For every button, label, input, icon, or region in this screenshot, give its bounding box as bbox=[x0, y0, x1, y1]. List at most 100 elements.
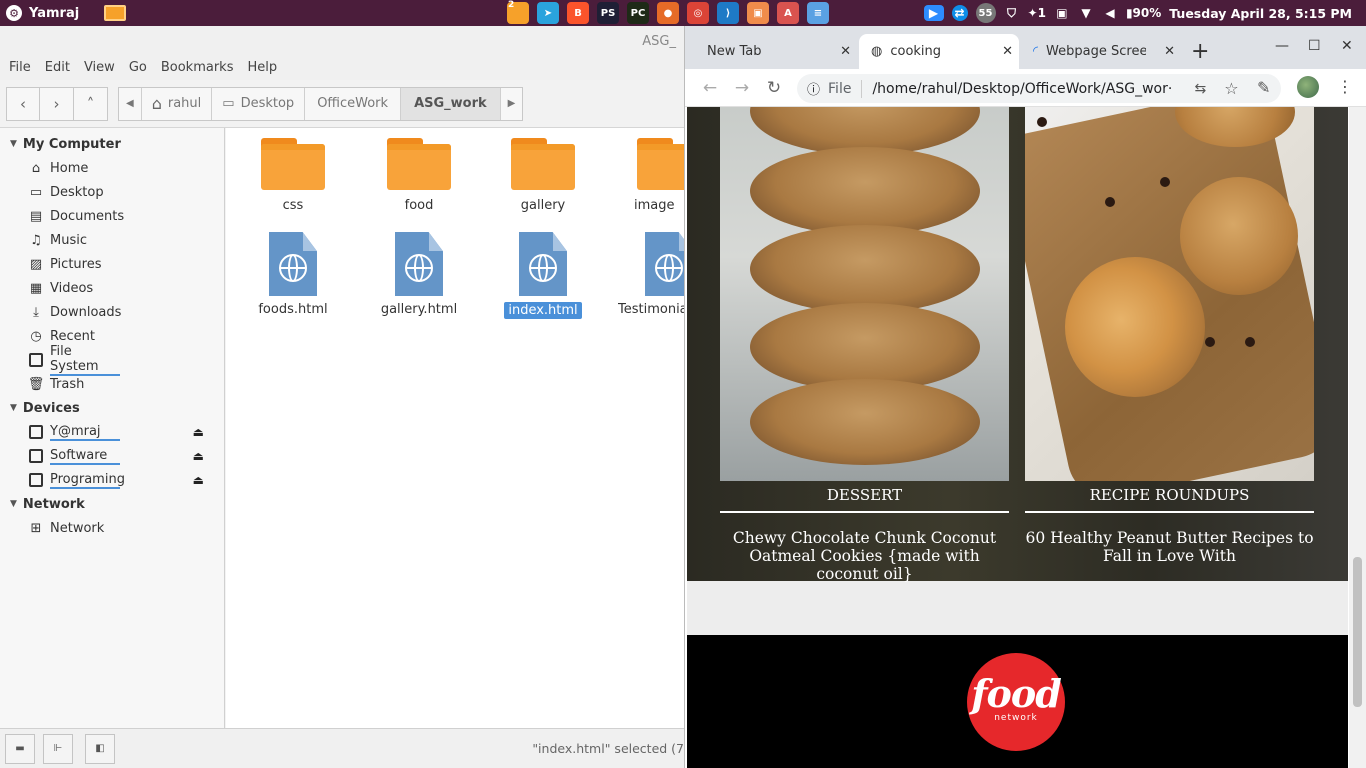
eject-icon[interactable]: ⏏ bbox=[193, 449, 204, 463]
window-title-bar[interactable]: ASG_ bbox=[0, 26, 684, 54]
new-tab-button[interactable]: + bbox=[1191, 34, 1215, 69]
teamviewer-icon[interactable]: ⇄ bbox=[951, 5, 968, 21]
device-icon[interactable]: ▣ bbox=[1054, 5, 1070, 21]
menu-bookmarks[interactable]: Bookmarks bbox=[154, 60, 241, 75]
zoom-icon[interactable]: ▶ bbox=[923, 5, 944, 21]
reload-icon[interactable]: ↻ bbox=[763, 77, 785, 99]
sidebar-item-file-system[interactable]: File System bbox=[0, 344, 224, 376]
file-item-gallery-html[interactable]: gallery.html bbox=[364, 232, 474, 317]
sidebar-item-videos[interactable]: ▦ Videos bbox=[0, 276, 224, 300]
sidebar-item-device-programing[interactable]: Programing ⏏ bbox=[0, 468, 224, 492]
photoshop-icon[interactable]: PS bbox=[597, 2, 619, 24]
back-arrow-icon[interactable]: ← bbox=[699, 77, 721, 99]
address-bar[interactable]: ⓘ File /home/rahul/Desktop/OfficeWork/AS… bbox=[797, 74, 1281, 103]
card-title[interactable]: 60 Healthy Peanut Butter Recipes to Fall… bbox=[1025, 529, 1314, 565]
tab-new-tab[interactable]: New Tab ✕ bbox=[693, 34, 857, 69]
scrollbar-thumb[interactable] bbox=[1353, 557, 1362, 707]
telegram-icon[interactable]: ➤ bbox=[537, 2, 559, 24]
screenshot-icon[interactable]: ▣ bbox=[747, 2, 769, 24]
eject-icon[interactable]: ⏏ bbox=[193, 473, 204, 487]
folder-item-gallery[interactable]: gallery bbox=[488, 138, 598, 213]
vscode-icon[interactable]: ⟩ bbox=[717, 2, 739, 24]
muffins-image[interactable] bbox=[1025, 107, 1314, 481]
extension-icon[interactable]: ✎ bbox=[1257, 78, 1270, 97]
folder-item-css[interactable]: css bbox=[238, 138, 348, 213]
card-title[interactable]: Chewy Chocolate Chunk Coconut Oatmeal Co… bbox=[720, 529, 1009, 583]
translate-icon[interactable]: ⇆ bbox=[1194, 81, 1206, 97]
chrome-icon[interactable]: ◎ bbox=[687, 2, 709, 24]
sidebar-item-device-ymraj[interactable]: Y@mraj ⏏ bbox=[0, 420, 224, 444]
sidebar-item-desktop[interactable]: ▭ Desktop bbox=[0, 180, 224, 204]
sidebar-item-documents[interactable]: ▤ Documents bbox=[0, 204, 224, 228]
breadcrumb-rahul[interactable]: ⌂ rahul bbox=[142, 87, 213, 120]
menu-view[interactable]: View bbox=[77, 60, 122, 75]
user-menu[interactable]: ⚙ Yamraj bbox=[0, 5, 340, 21]
notes-icon[interactable]: ≡ bbox=[807, 2, 829, 24]
maximize-button[interactable]: ☐ bbox=[1308, 38, 1321, 54]
close-icon[interactable]: ✕ bbox=[840, 44, 851, 59]
sidebar-item-music[interactable]: ♫ Music bbox=[0, 228, 224, 252]
sidebar-item-downloads[interactable]: ⤓ Downloads bbox=[0, 300, 224, 324]
card-category[interactable]: RECIPE ROUNDUPS bbox=[1025, 486, 1314, 504]
tree-toggle-button[interactable]: ⊩ bbox=[43, 733, 73, 764]
files-app-icon[interactable]: 2 bbox=[507, 0, 529, 24]
gear-icon[interactable]: ⚙ bbox=[6, 5, 22, 21]
close-icon[interactable]: ✕ bbox=[1164, 44, 1175, 59]
wifi-icon[interactable]: ▼ bbox=[1078, 5, 1094, 21]
breadcrumb-scroll-right[interactable]: ▶ bbox=[501, 88, 523, 120]
close-icon[interactable]: ✕ bbox=[1002, 44, 1013, 59]
breadcrumb-scroll-left[interactable]: ◀ bbox=[119, 87, 142, 120]
info-icon[interactable]: ⓘ bbox=[807, 79, 820, 98]
file-label: Testimonial bbox=[618, 302, 688, 317]
forward-arrow-icon[interactable]: → bbox=[731, 77, 753, 99]
sidebar-item-home[interactable]: ⌂ Home bbox=[0, 156, 224, 180]
firefox-icon[interactable]: ● bbox=[657, 2, 679, 24]
file-view[interactable]: css food gallery image foods.html galler… bbox=[226, 128, 701, 728]
card-category[interactable]: DESSERT bbox=[720, 486, 1009, 504]
breadcrumb-asg-work[interactable]: ASG_work bbox=[401, 87, 501, 120]
pycharm-icon[interactable]: PC bbox=[627, 2, 649, 24]
places-toggle-button[interactable]: ▬ bbox=[5, 733, 35, 764]
document-viewer-icon[interactable]: A bbox=[777, 2, 799, 24]
file-item-foods-html[interactable]: foods.html bbox=[238, 232, 348, 317]
breadcrumb-desktop[interactable]: ▭ Desktop bbox=[212, 87, 306, 120]
user-name[interactable]: Yamraj bbox=[29, 6, 79, 21]
clock[interactable]: Tuesday April 28, 5:15 PM bbox=[1169, 6, 1352, 21]
close-window-button[interactable]: ✕ bbox=[1341, 38, 1353, 54]
shield-icon[interactable]: ⛉ bbox=[1004, 5, 1020, 21]
sidebar-item-pictures[interactable]: ▨ Pictures bbox=[0, 252, 224, 276]
forward-button[interactable]: › bbox=[40, 86, 74, 121]
volume-icon[interactable]: ◀ bbox=[1102, 5, 1118, 21]
kebab-menu-icon[interactable]: ⋮ bbox=[1337, 77, 1353, 96]
battery-icon[interactable]: ▮ 90% bbox=[1126, 5, 1161, 21]
up-button[interactable]: ˄ bbox=[74, 86, 108, 121]
tab-cooking[interactable]: ◍ cooking ✕ bbox=[859, 34, 1019, 69]
folder-icon[interactable] bbox=[104, 5, 127, 21]
brave-icon[interactable]: B bbox=[567, 2, 589, 24]
food-network-logo[interactable]: food network bbox=[967, 653, 1065, 751]
eject-icon[interactable]: ⏏ bbox=[193, 425, 204, 439]
sidebar-item-device-software[interactable]: Software ⏏ bbox=[0, 444, 224, 468]
breadcrumb-officework[interactable]: OfficeWork bbox=[305, 87, 402, 120]
section-my-computer[interactable]: ▼ My Computer bbox=[0, 132, 224, 156]
folder-item-food[interactable]: food bbox=[364, 138, 474, 213]
tab-webpage-screen[interactable]: ◜ Webpage Screen ✕ bbox=[1021, 34, 1181, 69]
minimize-button[interactable]: — bbox=[1275, 38, 1289, 54]
web-viewport[interactable]: DESSERT Chewy Chocolate Chunk Coconut Oa… bbox=[687, 107, 1348, 768]
menu-help[interactable]: Help bbox=[240, 60, 284, 75]
page-scrollbar[interactable] bbox=[1349, 107, 1366, 768]
profile-avatar[interactable] bbox=[1297, 76, 1319, 98]
menu-edit[interactable]: Edit bbox=[38, 60, 77, 75]
cookies-image[interactable] bbox=[720, 107, 1009, 481]
back-button[interactable]: ‹ bbox=[6, 86, 40, 121]
tray-badge[interactable]: 55 bbox=[975, 3, 996, 23]
star-icon[interactable]: ☆ bbox=[1224, 79, 1238, 98]
menu-file[interactable]: File bbox=[2, 60, 38, 75]
section-devices[interactable]: ▼ Devices bbox=[0, 396, 224, 420]
vpn-icon[interactable]: ✦ 1 bbox=[1028, 5, 1046, 21]
sidebar-toggle-button[interactable]: ◧ bbox=[85, 733, 115, 764]
file-item-index-html[interactable]: index.html bbox=[488, 232, 598, 319]
sidebar-item-network[interactable]: ⊞ Network bbox=[0, 516, 224, 540]
menu-go[interactable]: Go bbox=[122, 60, 154, 75]
section-network[interactable]: ▼ Network bbox=[0, 492, 224, 516]
